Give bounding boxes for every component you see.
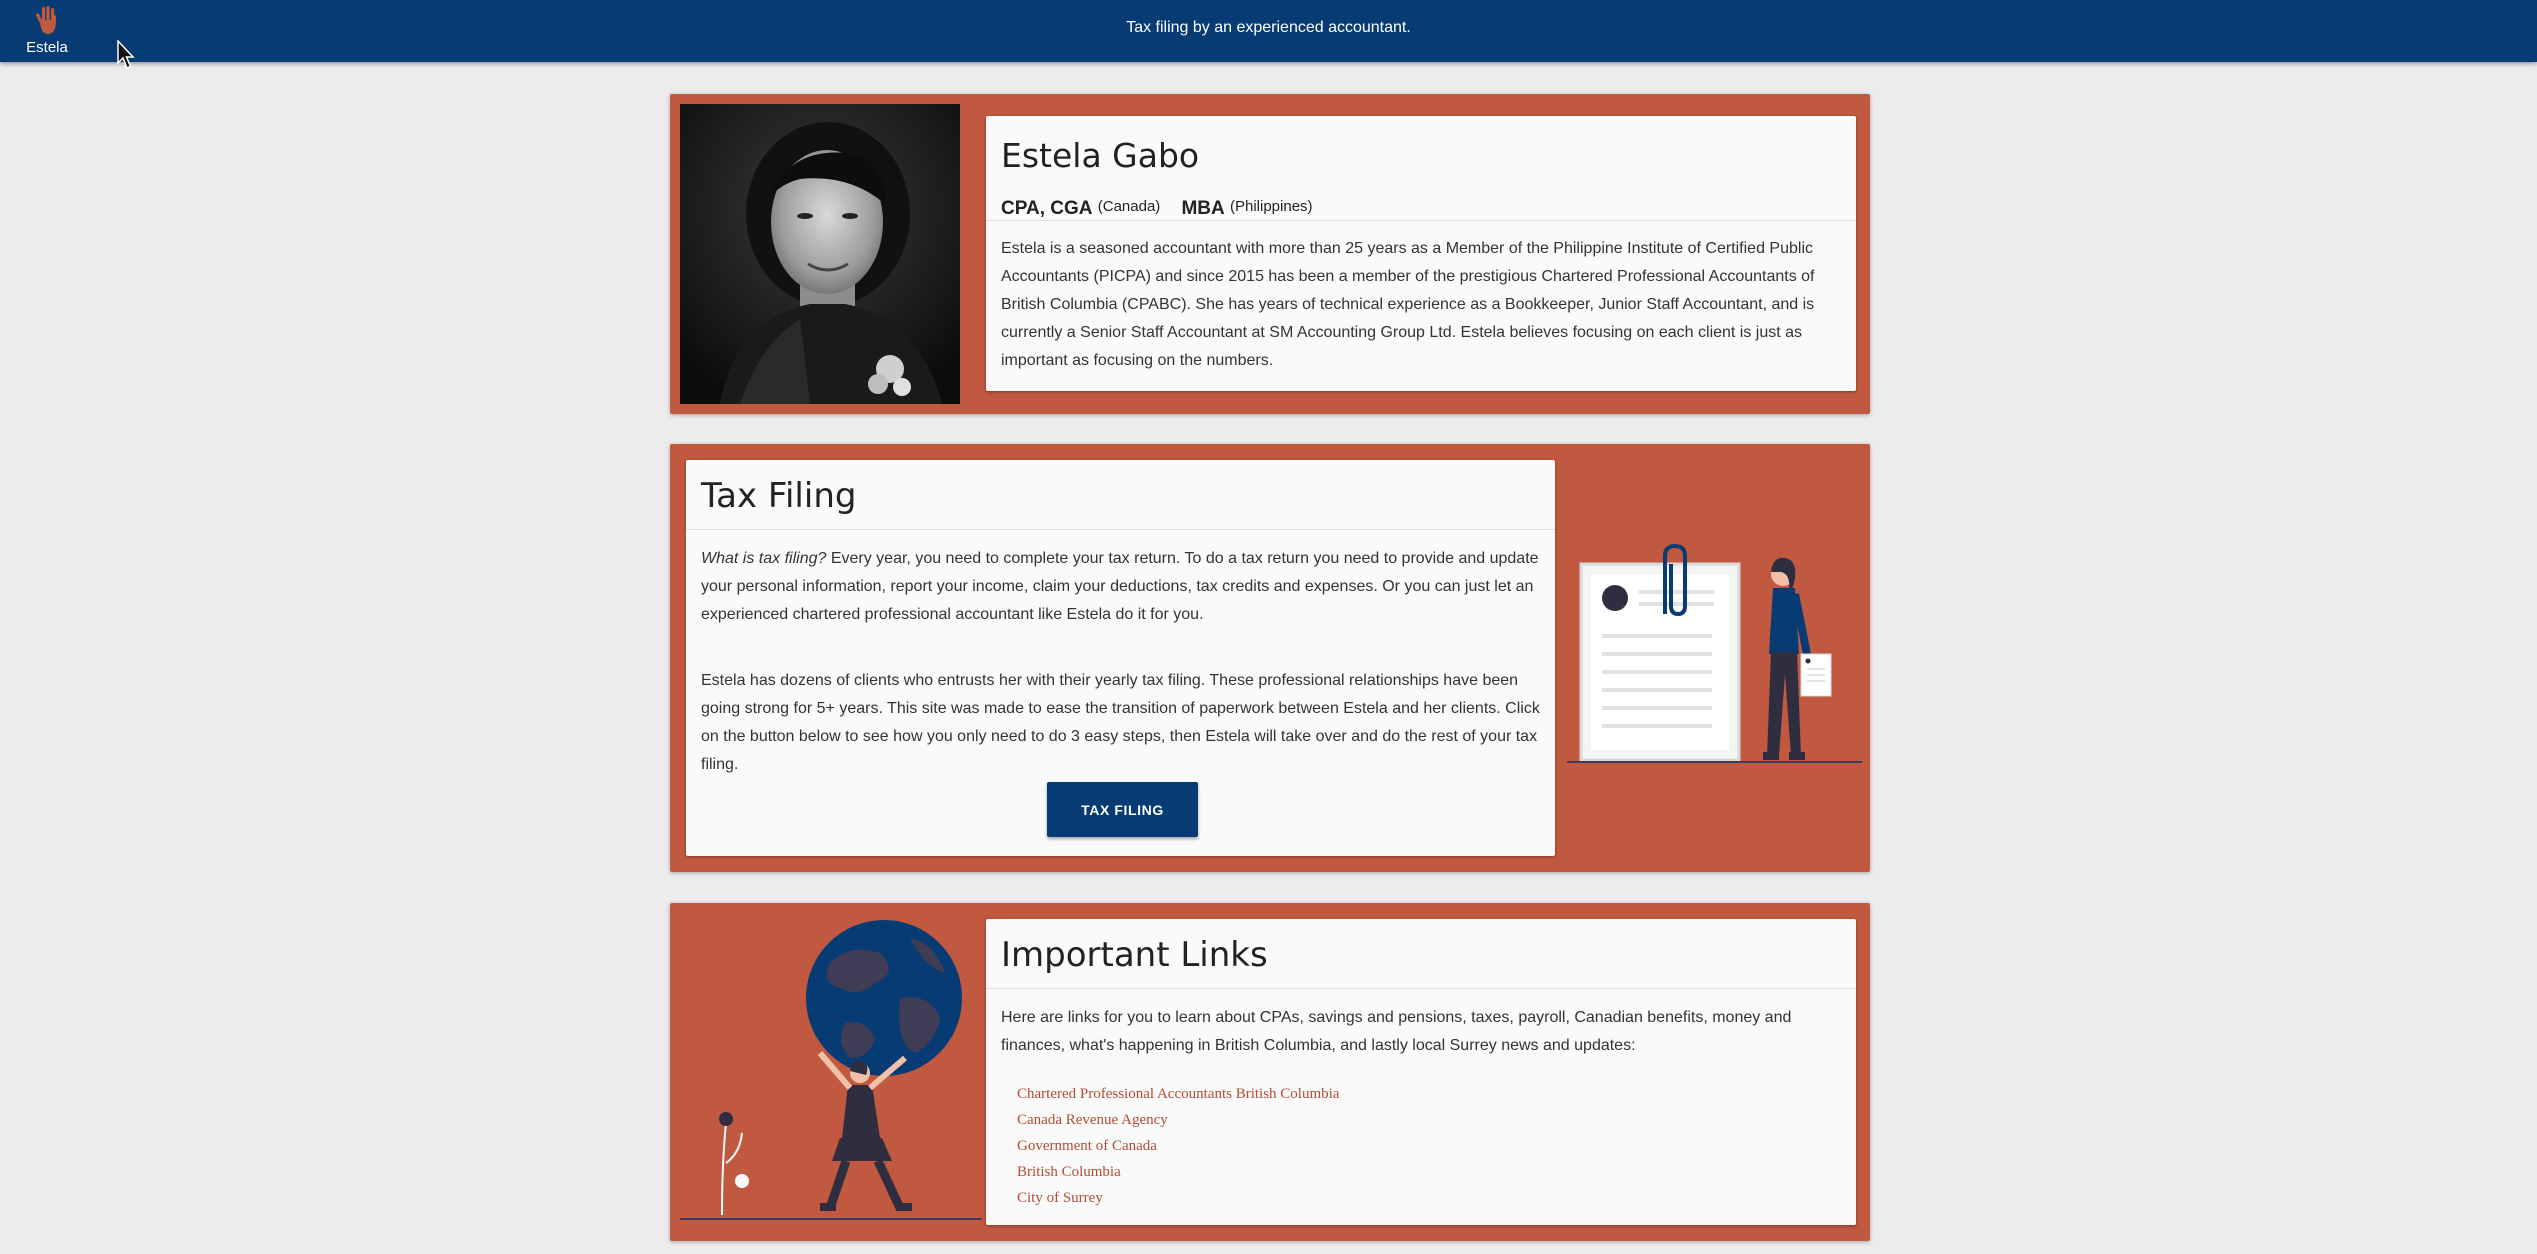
tax-filing-panel: Tax Filing What is tax filing? Every yea… — [686, 460, 1555, 856]
tax-filing-button[interactable]: TAX FILING — [1047, 782, 1198, 837]
link-british-columbia[interactable]: British Columbia — [1017, 1164, 1121, 1180]
profile-info-panel: Estela Gabo CPA, CGA (Canada) MBA (Phili… — [986, 116, 1856, 391]
link-list: Chartered Professional Accountants Briti… — [1017, 1085, 1339, 1215]
document-illustration — [1567, 544, 1862, 763]
credential-cpa: CPA, CGA — [1001, 198, 1093, 219]
tax-filing-question: What is tax filing? — [701, 550, 827, 567]
list-item: Government of Canada — [1017, 1137, 1339, 1163]
tax-filing-description: Estela has dozens of clients who entrust… — [701, 672, 1540, 773]
list-item: City of Surrey — [1017, 1189, 1339, 1215]
link-cra[interactable]: Canada Revenue Agency — [1017, 1112, 1168, 1128]
list-item: Canada Revenue Agency — [1017, 1111, 1339, 1137]
credential-mba: MBA — [1181, 198, 1225, 219]
tax-filing-card: Tax Filing What is tax filing? Every yea… — [670, 444, 1870, 872]
profile-card: Estela Gabo CPA, CGA (Canada) MBA (Phili… — [670, 94, 1870, 414]
credential-mba-note: (Philippines) — [1230, 198, 1313, 215]
link-cpabc[interactable]: Chartered Professional Accountants Briti… — [1017, 1086, 1339, 1102]
important-links-card: Important Links Here are links for you t… — [670, 903, 1870, 1241]
important-links-title: Important Links — [1001, 935, 1268, 975]
credentials: CPA, CGA (Canada) MBA (Philippines) — [1001, 198, 1313, 220]
list-item: Chartered Professional Accountants Briti… — [1017, 1085, 1339, 1111]
credential-cpa-note: (Canada) — [1097, 198, 1161, 215]
profile-photo — [680, 104, 960, 404]
top-app-bar: Estela Tax filing by an experienced acco… — [0, 0, 2537, 62]
profile-bio: Estela is a seasoned accountant with mor… — [1001, 240, 1815, 369]
tax-filing-intro-text: Every year, you need to complete your ta… — [701, 550, 1539, 623]
divider — [686, 529, 1555, 530]
brand-name: Estela — [26, 39, 68, 56]
mouse-pointer-icon — [117, 40, 135, 69]
important-links-intro: Here are links for you to learn about CP… — [1001, 1009, 1792, 1054]
tax-filing-title: Tax Filing — [701, 476, 857, 516]
divider — [986, 988, 1856, 989]
link-city-of-surrey[interactable]: City of Surrey — [1017, 1190, 1103, 1206]
globe-illustration — [680, 920, 982, 1220]
profile-name: Estela Gabo — [1001, 136, 1200, 175]
list-item: British Columbia — [1017, 1163, 1339, 1189]
link-government-of-canada[interactable]: Government of Canada — [1017, 1138, 1157, 1154]
site-tagline: Tax filing by an experienced accountant. — [1126, 19, 1411, 36]
important-links-panel: Important Links Here are links for you t… — [986, 919, 1856, 1225]
divider — [986, 220, 1856, 221]
tax-filing-intro: What is tax filing? Every year, you need… — [701, 545, 1546, 629]
